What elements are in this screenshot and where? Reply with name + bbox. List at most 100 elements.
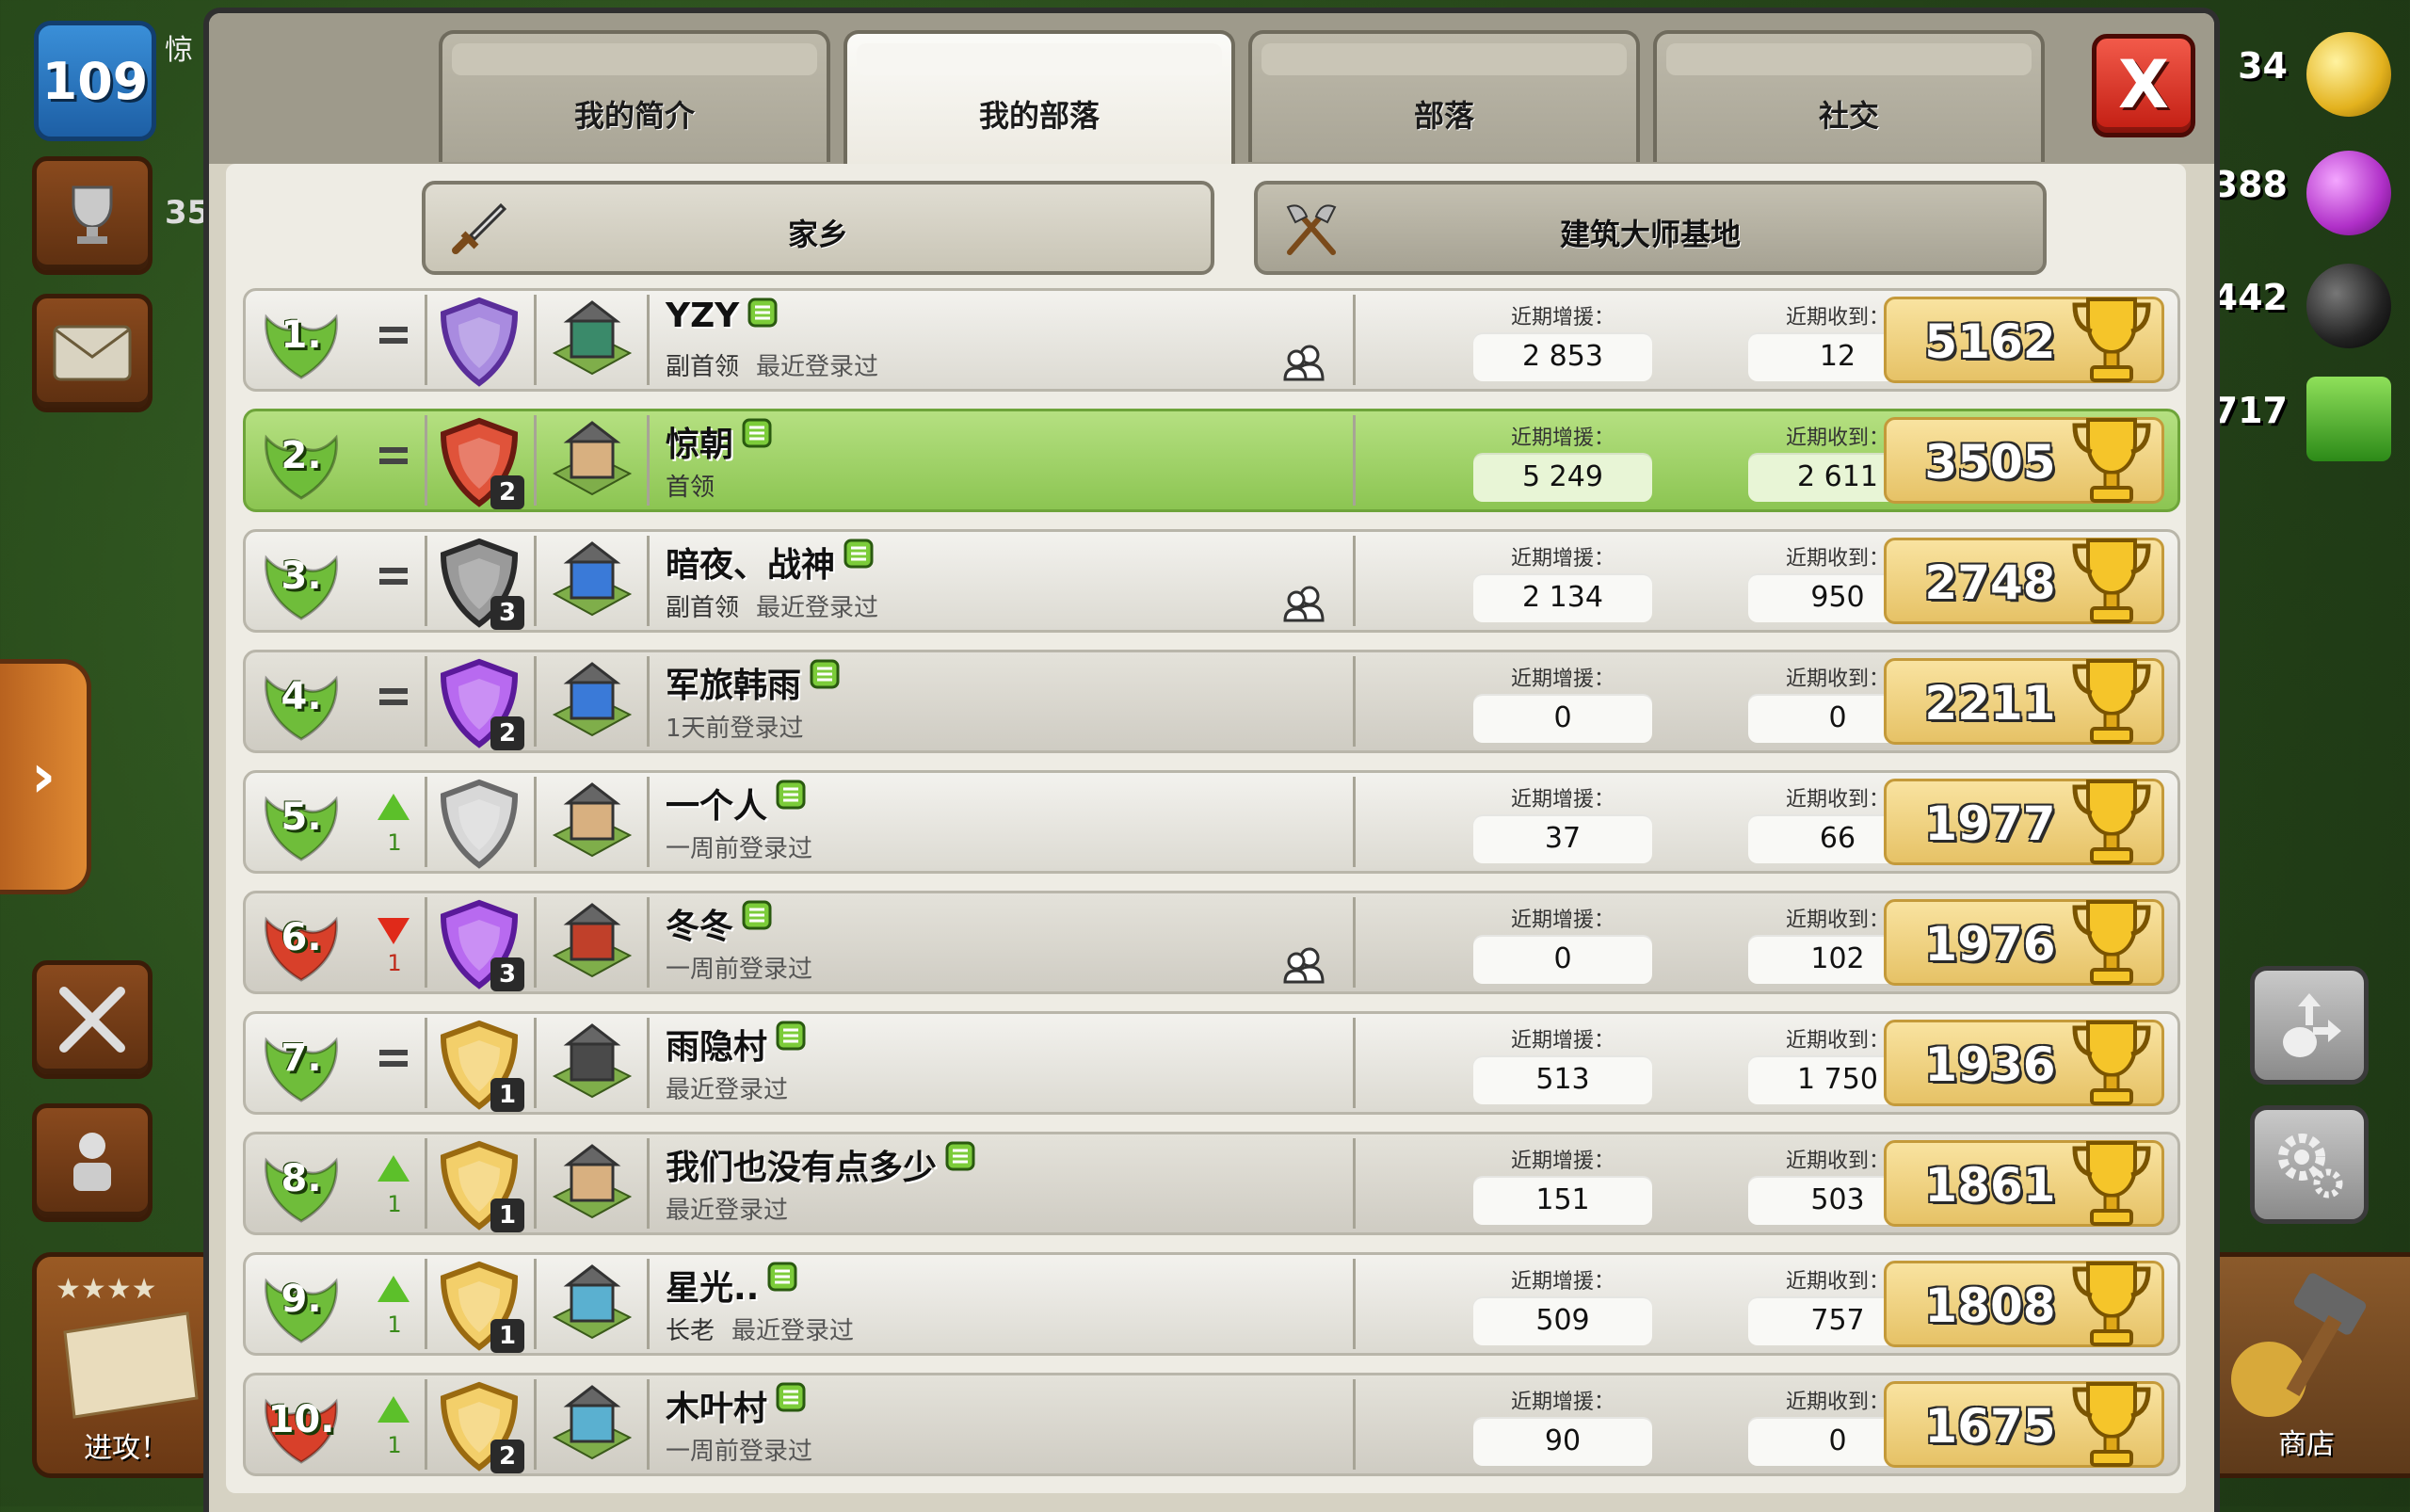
trophy-count-box: 1861 (1884, 1140, 2164, 1227)
subtab-home-village[interactable]: 家乡 (422, 181, 1214, 275)
settings-button[interactable] (2250, 1105, 2369, 1224)
member-row[interactable]: 6. 1 3 冬冬 一周前登录过 近期增援： 0 近期收到： 102 1976 (243, 891, 2180, 994)
member-row[interactable]: 1. YZY 副首领 最近登录过 近期增援： 2 853 近期收到： 12 5162 (243, 288, 2180, 392)
trophy-league-button[interactable] (32, 156, 153, 275)
divider (425, 1138, 427, 1229)
member-name[interactable]: 惊朝 (666, 426, 733, 464)
mail-button[interactable] (32, 294, 153, 412)
town-hall-icon (545, 1379, 639, 1473)
divider (647, 536, 650, 626)
rank-delta: 1 (387, 1191, 402, 1217)
subtab-builder-base[interactable]: 建筑大师基地 (1254, 181, 2047, 275)
member-row[interactable]: 5. 1 一个人 一周前登录过 近期增援： 37 近期收到： 66 1977 (243, 770, 2180, 874)
rank-badge: 8. (259, 1142, 344, 1227)
divider (425, 1379, 427, 1470)
divider (425, 295, 427, 385)
tab-label: 部落 (1413, 98, 1474, 134)
trophy-count-box: 5162 (1884, 297, 2164, 383)
builder-button[interactable] (32, 1103, 153, 1222)
rank-unchanged-icon (379, 1050, 408, 1055)
tab-highlight (857, 43, 1222, 75)
profile-card-icon[interactable] (775, 1020, 807, 1052)
profile-card-icon[interactable] (775, 779, 807, 811)
divider (534, 897, 537, 988)
rank-change: 1 (368, 893, 421, 997)
tab-my-clan[interactable]: 我的部落 (844, 30, 1235, 168)
league-badge (432, 777, 526, 871)
war-button[interactable] (32, 960, 153, 1079)
town-hall-icon (545, 1259, 639, 1353)
member-row[interactable]: 9. 1 1 星光.. 长老 最近登录过 近期增援： 509 近期收到： 757 1808 (243, 1252, 2180, 1356)
league-badge: 1 (432, 1259, 526, 1353)
tab-my-profile[interactable]: 我的简介 (439, 30, 830, 162)
league-badge: 1 (432, 1018, 526, 1112)
friend-icon[interactable] (1281, 585, 1326, 622)
rank-number: 9. (281, 1278, 322, 1321)
member-name[interactable]: 我们也没有点多少 (666, 1149, 937, 1187)
town-hall-icon (552, 1385, 633, 1460)
trophy-icon (2072, 1021, 2151, 1105)
divider (647, 1018, 650, 1108)
league-badge: 3 (432, 536, 526, 630)
last-seen: 最近登录过 (756, 594, 879, 622)
divider (1353, 295, 1356, 385)
donated-value: 0 (1473, 694, 1652, 743)
profile-card-icon[interactable] (843, 538, 875, 570)
profile-card-icon[interactable] (741, 417, 773, 449)
profile-card-icon[interactable] (944, 1140, 976, 1172)
trophy-icon (2072, 1382, 2151, 1467)
town-hall-icon (545, 897, 639, 991)
divider (534, 777, 537, 867)
league-badge: 2 (432, 656, 526, 750)
member-row[interactable]: 2. 2 惊朝 首领 近期增援： 5 249 近期收到： 2 611 3505 (243, 409, 2180, 512)
subtab-label: 家乡 (787, 217, 848, 252)
friend-icon[interactable] (1281, 344, 1326, 381)
member-role: 副首领 (666, 594, 740, 622)
member-row[interactable]: 7. 1 雨隐村 最近登录过 近期增援： 513 近期收到： 1 750 1936 (243, 1011, 2180, 1115)
close-button[interactable]: X (2092, 34, 2195, 137)
member-name[interactable]: YZY (666, 297, 739, 335)
profile-card-icon[interactable] (775, 1381, 807, 1413)
trophy-count: 1808 (1924, 1279, 2056, 1333)
member-name[interactable]: 星光.. (666, 1269, 759, 1308)
member-row[interactable]: 3. 3 暗夜、战神 副首领 最近登录过 近期增援： 2 134 近期收到： 950 2748 (243, 529, 2180, 633)
trophy-icon (2072, 1141, 2151, 1226)
rank-change (368, 652, 421, 756)
tab-clans[interactable]: 部落 (1248, 30, 1640, 162)
profile-card-icon[interactable] (809, 658, 841, 690)
edit-layout-button[interactable] (2250, 966, 2369, 1085)
rank-up-icon (378, 1155, 410, 1182)
profile-card-icon[interactable] (747, 297, 779, 329)
divider (1353, 1018, 1356, 1108)
member-name[interactable]: 木叶村 (666, 1390, 767, 1428)
gold-counter: 34 (2193, 28, 2410, 117)
member-subtitle: 一周前登录过 (666, 1432, 812, 1467)
trophy-icon (2072, 900, 2151, 985)
member-name[interactable]: 冬冬 (666, 908, 733, 946)
member-role: 长老 (666, 1317, 715, 1345)
divider (425, 1259, 427, 1349)
member-row[interactable]: 10. 1 2 木叶村 一周前登录过 近期增援： 90 近期收到： 0 1675 (243, 1373, 2180, 1476)
tab-highlight (1261, 43, 1627, 75)
profile-card-icon[interactable] (741, 899, 773, 931)
member-name[interactable]: 一个人 (666, 787, 767, 826)
trophy-icon (2072, 298, 2151, 382)
xp-level-badge[interactable]: 109 (34, 21, 156, 141)
tab-social[interactable]: 社交 (1653, 30, 2045, 162)
member-subtitle: 首领 (666, 468, 731, 503)
profile-card-icon[interactable] (766, 1261, 798, 1293)
divider (534, 536, 537, 626)
tab-label: 社交 (1818, 98, 1879, 134)
member-row[interactable]: 4. 2 军旅韩雨 1天前登录过 近期增援： 0 近期收到： 0 2211 (243, 650, 2180, 753)
rank-up-icon (378, 1276, 410, 1302)
rank-number: 2. (281, 434, 322, 477)
side-panel-toggle[interactable]: › (0, 659, 91, 894)
member-name[interactable]: 军旅韩雨 (666, 667, 801, 705)
member-name[interactable]: 雨隐村 (666, 1028, 767, 1067)
attack-button[interactable]: ★★★★ 进攻！ (32, 1252, 220, 1478)
attack-label: 进攻！ (84, 1432, 169, 1465)
shop-button[interactable]: 商店 (2198, 1252, 2410, 1478)
member-name[interactable]: 暗夜、战神 (666, 546, 835, 585)
friend-icon[interactable] (1281, 946, 1326, 984)
member-row[interactable]: 8. 1 1 我们也没有点多少 最近登录过 近期增援： 151 近期收到： 503 1861 (243, 1132, 2180, 1235)
